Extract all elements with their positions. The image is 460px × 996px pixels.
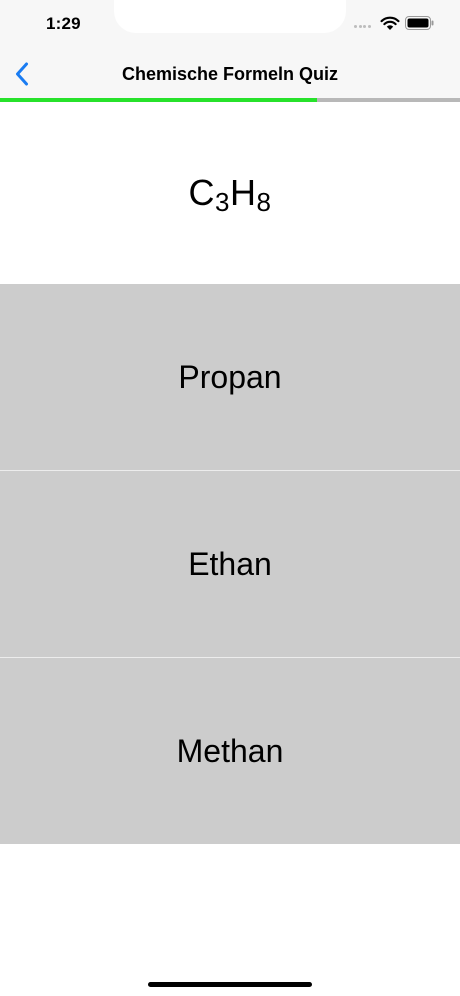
answer-button-ethan[interactable]: Ethan (0, 471, 460, 657)
answer-list: Propan Ethan Methan (0, 284, 460, 844)
chevron-left-icon (16, 62, 28, 86)
device-notch (114, 0, 346, 33)
page-title: Chemische Formeln Quiz (121, 64, 339, 84)
back-button[interactable] (6, 58, 38, 90)
answer-button-propan[interactable]: Propan (0, 284, 460, 470)
formula-subscript-h: 8 (256, 187, 272, 217)
status-bar: 1:29 (0, 0, 460, 50)
battery-icon (405, 16, 434, 30)
question-area: C3H8 (0, 102, 460, 284)
cellular-signal-icon (354, 25, 376, 29)
answer-button-methan[interactable]: Methan (0, 658, 460, 844)
formula-subscript-c: 3 (215, 187, 230, 217)
formula-element-h: H (230, 172, 257, 213)
navigation-bar: Chemische Formeln Quiz (0, 50, 460, 98)
status-time: 1:29 (46, 14, 81, 33)
wifi-icon (380, 16, 400, 30)
chemical-formula: C3H8 (188, 172, 272, 217)
formula-element-c: C (188, 172, 216, 213)
home-indicator[interactable] (148, 982, 312, 987)
